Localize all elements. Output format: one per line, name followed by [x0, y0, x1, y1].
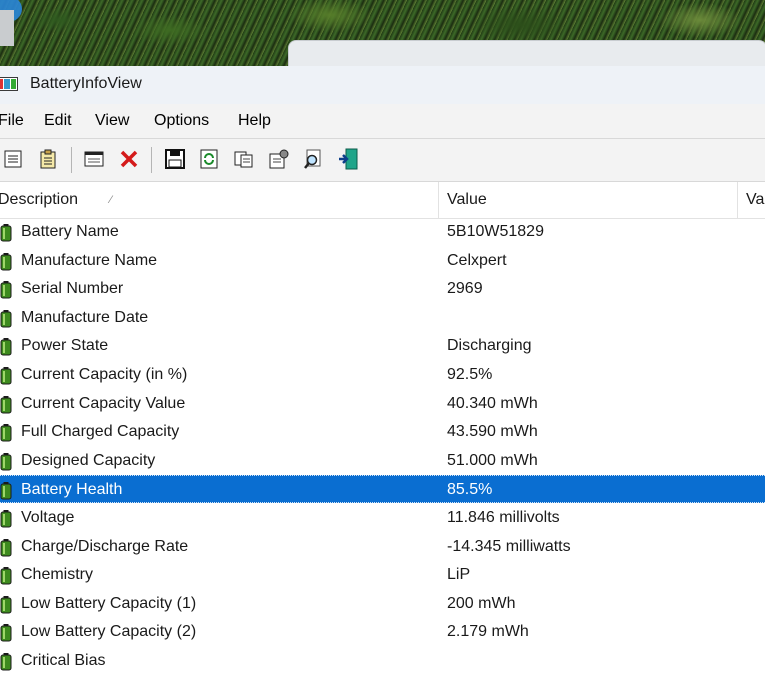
window-icon[interactable] — [83, 148, 105, 170]
table-row[interactable]: Battery Name 5B10W51829 — [0, 218, 765, 246]
table-row[interactable]: Designed Capacity 51.000 mWh — [0, 447, 765, 475]
background-window[interactable] — [288, 40, 765, 66]
table-row[interactable]: Battery Health 85.5% — [0, 475, 765, 504]
row-value: 200 mWh — [447, 594, 516, 612]
row-value: -14.345 milliwatts — [447, 537, 571, 555]
battery-icon — [0, 482, 12, 500]
menu-help[interactable]: Help — [238, 112, 271, 130]
row-value: 40.340 mWh — [447, 394, 538, 412]
html-report-icon[interactable] — [37, 148, 59, 170]
row-value: 43.590 mWh — [447, 423, 538, 441]
battery-icon — [0, 395, 12, 414]
table-row[interactable]: Chemistry LiP — [0, 561, 765, 589]
battery-icon — [0, 281, 12, 299]
menu-view[interactable]: View — [95, 112, 129, 130]
battery-icon — [0, 252, 12, 271]
sort-indicator-icon: ⁄ — [110, 194, 112, 206]
menu-edit[interactable]: Edit — [44, 112, 72, 130]
row-value: 2.179 mWh — [447, 623, 529, 641]
properties-icon[interactable] — [2, 148, 24, 170]
battery-icon — [0, 653, 12, 671]
table-row[interactable]: Serial Number 2969 — [0, 275, 765, 303]
row-description: Full Charged Capacity — [21, 423, 180, 441]
window-title: BatteryInfoView — [30, 75, 142, 92]
battery-icon — [0, 367, 12, 385]
table-row[interactable]: Manufacture Date — [0, 304, 765, 332]
battery-icon — [0, 224, 12, 242]
row-value: 92.5% — [447, 366, 493, 383]
options-icon[interactable] — [268, 148, 290, 170]
row-description: Chemistry — [21, 566, 94, 584]
row-description: Battery Name — [21, 223, 119, 240]
app-window: BatteryInfoView File Edit View Options H… — [0, 66, 765, 675]
row-description: Low Battery Capacity (1) — [21, 594, 197, 612]
desktop-widget — [0, 10, 14, 46]
menu-bar: File Edit View Options Help — [0, 104, 765, 138]
row-description: Current Capacity Value — [21, 394, 186, 412]
table-row[interactable]: Manufacture Name Celxpert — [0, 247, 765, 275]
table-row[interactable]: Low Battery Capacity (2) 2.179 mWh — [0, 618, 765, 646]
row-description: Manufacture Name — [21, 251, 158, 269]
row-description: Power State — [21, 337, 109, 355]
save-icon[interactable] — [164, 148, 186, 170]
list-header: Description ⁄ Value Va — [0, 182, 765, 219]
find-icon[interactable] — [303, 148, 325, 170]
battery-icon — [0, 624, 12, 642]
table-row[interactable]: Current Capacity Value 40.340 mWh — [0, 390, 765, 418]
toolbar-separator — [151, 147, 152, 173]
title-bar[interactable]: BatteryInfoView — [0, 66, 765, 104]
table-row[interactable]: Current Capacity (in %) 92.5% — [0, 361, 765, 389]
row-description: Critical Bias — [21, 652, 106, 669]
battery-icon — [0, 424, 12, 442]
battery-icon — [0, 510, 12, 528]
toolbar-separator — [71, 147, 72, 173]
battery-info-list[interactable]: Description ⁄ Value Va Battery Name 5B10W… — [0, 182, 765, 675]
row-value: Celxpert — [447, 251, 507, 269]
exit-icon[interactable] — [337, 148, 359, 170]
row-value: 11.846 millivolts — [447, 509, 560, 526]
menu-file[interactable]: File — [0, 112, 24, 130]
table-row[interactable]: Power State Discharging — [0, 332, 765, 360]
row-value: LiP — [447, 566, 471, 584]
table-row[interactable]: Critical Bias — [0, 647, 765, 675]
column-header-value[interactable]: Value — [447, 182, 487, 218]
row-value: 51.000 mWh — [447, 451, 538, 469]
column-header-description[interactable]: Description — [0, 182, 78, 218]
row-value: 2969 — [447, 280, 483, 298]
table-row[interactable]: Full Charged Capacity 43.590 mWh — [0, 418, 765, 446]
toolbar — [0, 138, 765, 182]
battery-icon — [0, 452, 12, 471]
column-header-value-extra[interactable]: Va — [746, 182, 764, 218]
row-value: 5B10W51829 — [447, 223, 544, 240]
battery-app-icon — [0, 77, 18, 91]
row-value: Discharging — [447, 337, 532, 355]
column-divider[interactable] — [737, 182, 738, 218]
row-description: Voltage — [21, 509, 75, 526]
row-description: Manufacture Date — [21, 308, 149, 326]
row-description: Current Capacity (in %) — [21, 366, 188, 383]
battery-icon — [0, 567, 12, 585]
delete-icon[interactable] — [118, 148, 140, 170]
row-description: Serial Number — [21, 280, 124, 298]
row-description: Charge/Discharge Rate — [21, 537, 189, 555]
row-description: Low Battery Capacity (2) — [21, 623, 197, 641]
refresh-icon[interactable] — [198, 148, 220, 170]
column-divider[interactable] — [438, 182, 439, 218]
table-row[interactable]: Voltage 11.846 millivolts — [0, 504, 765, 532]
battery-icon — [0, 309, 12, 328]
battery-icon — [0, 338, 12, 356]
table-row[interactable]: Charge/Discharge Rate -14.345 milliwatts — [0, 533, 765, 561]
battery-icon — [0, 595, 12, 614]
menu-options[interactable]: Options — [154, 112, 209, 130]
row-description: Designed Capacity — [21, 451, 156, 469]
row-value: 85.5% — [447, 481, 493, 499]
table-row[interactable]: Low Battery Capacity (1) 200 mWh — [0, 590, 765, 618]
row-description: Battery Health — [21, 481, 123, 499]
battery-icon — [0, 538, 12, 557]
desktop-background — [0, 0, 765, 66]
copy-icon[interactable] — [233, 148, 255, 170]
